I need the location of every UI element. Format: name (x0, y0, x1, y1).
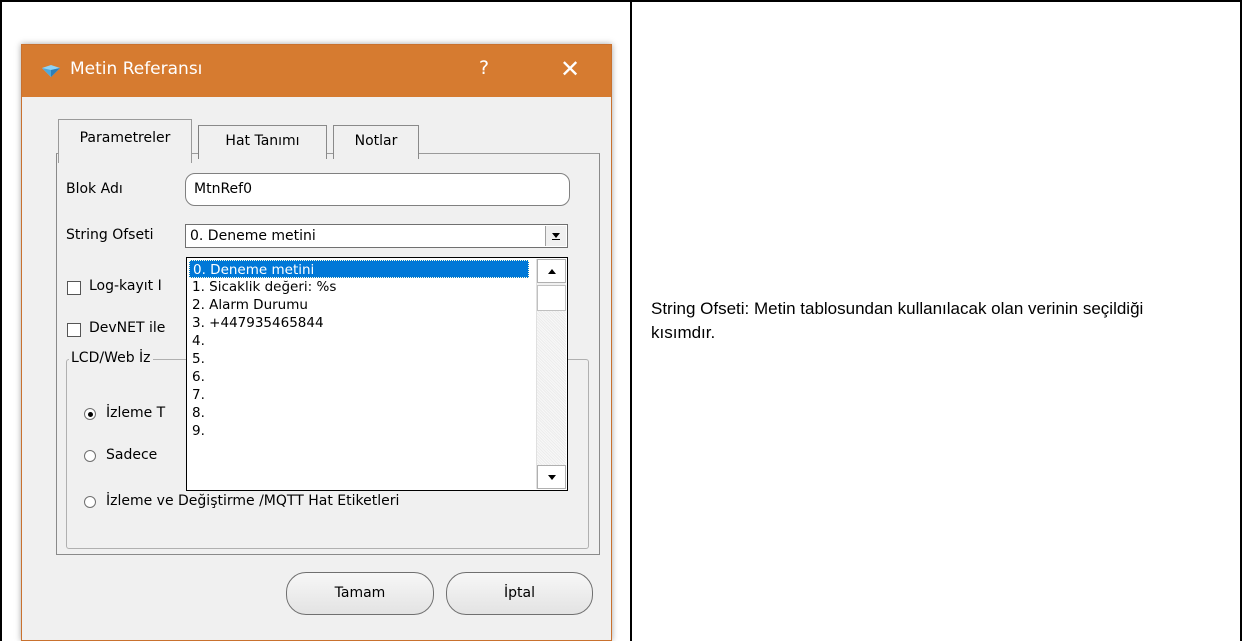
devnet-checkbox[interactable] (67, 323, 81, 337)
string-offset-combobox[interactable]: 0. Deneme metini (185, 224, 568, 248)
dropdown-item[interactable]: 1. Sicaklik değeri: %s (189, 278, 529, 296)
block-name-input[interactable]: MtnRef0 (185, 173, 570, 206)
dropdown-item[interactable]: 6. (189, 368, 529, 386)
dropdown-item[interactable]: 9. (189, 422, 529, 440)
radio-izleme-label: İzleme T (106, 405, 166, 421)
metin-referansi-dialog: Metin Referansı ? ✕ Parametreler Hat Tan… (21, 44, 612, 641)
radio-sadece-label: Sadece (106, 447, 158, 463)
close-button[interactable]: ✕ (560, 55, 580, 83)
dropdown-item[interactable]: 4. (189, 332, 529, 350)
dropdown-item[interactable]: 7. (189, 386, 529, 404)
radio-izleme-degistirme-label: İzleme ve Değiştirme /MQTT Hat Etiketler… (106, 493, 400, 509)
cancel-button[interactable]: İptal (446, 572, 593, 615)
scrollbar-thumb[interactable] (537, 285, 566, 311)
ok-button[interactable]: Tamam (286, 572, 434, 615)
dropdown-item[interactable]: 5. (189, 350, 529, 368)
dropdown-item[interactable]: 0. Deneme metini (189, 260, 529, 278)
string-offset-label: String Ofseti (66, 227, 154, 243)
tab-notlar[interactable]: Notlar (333, 125, 419, 159)
app-logo-icon (42, 65, 60, 77)
block-name-label: Blok Adı (66, 181, 123, 197)
groupbox-title: LCD/Web İz (69, 350, 153, 366)
radio-izleme[interactable] (84, 408, 96, 420)
dropdown-item[interactable]: 3. +447935465844 (189, 314, 529, 332)
table-divider (630, 0, 632, 641)
tab-parametreler[interactable]: Parametreler (58, 119, 192, 163)
dialog-titlebar[interactable]: Metin Referansı ? ✕ (22, 45, 611, 97)
log-checkbox-label: Log-kayıt I (89, 278, 162, 294)
radio-sadece[interactable] (84, 450, 96, 462)
chevron-down-icon[interactable] (545, 226, 566, 246)
tab-hat-tanimi[interactable]: Hat Tanımı (198, 125, 327, 159)
radio-izleme-degistirme[interactable] (84, 496, 96, 508)
help-button[interactable]: ? (479, 57, 489, 79)
dialog-title: Metin Referansı (70, 59, 203, 79)
string-offset-dropdown-list[interactable]: 0. Deneme metini 1. Sicaklik değeri: %s … (186, 257, 568, 491)
log-checkbox[interactable] (67, 281, 81, 295)
scroll-up-arrow-icon[interactable] (537, 259, 566, 283)
scroll-down-arrow-icon[interactable] (537, 465, 566, 489)
dropdown-scrollbar[interactable] (536, 259, 566, 489)
description-text: String Ofseti: Metin tablosundan kullanı… (651, 299, 1144, 342)
scrollbar-track[interactable] (537, 311, 566, 465)
dropdown-item[interactable]: 2. Alarm Durumu (189, 296, 529, 314)
devnet-checkbox-label: DevNET ile (89, 320, 166, 336)
string-offset-value: 0. Deneme metini (190, 228, 316, 244)
dropdown-item[interactable]: 8. (189, 404, 529, 422)
